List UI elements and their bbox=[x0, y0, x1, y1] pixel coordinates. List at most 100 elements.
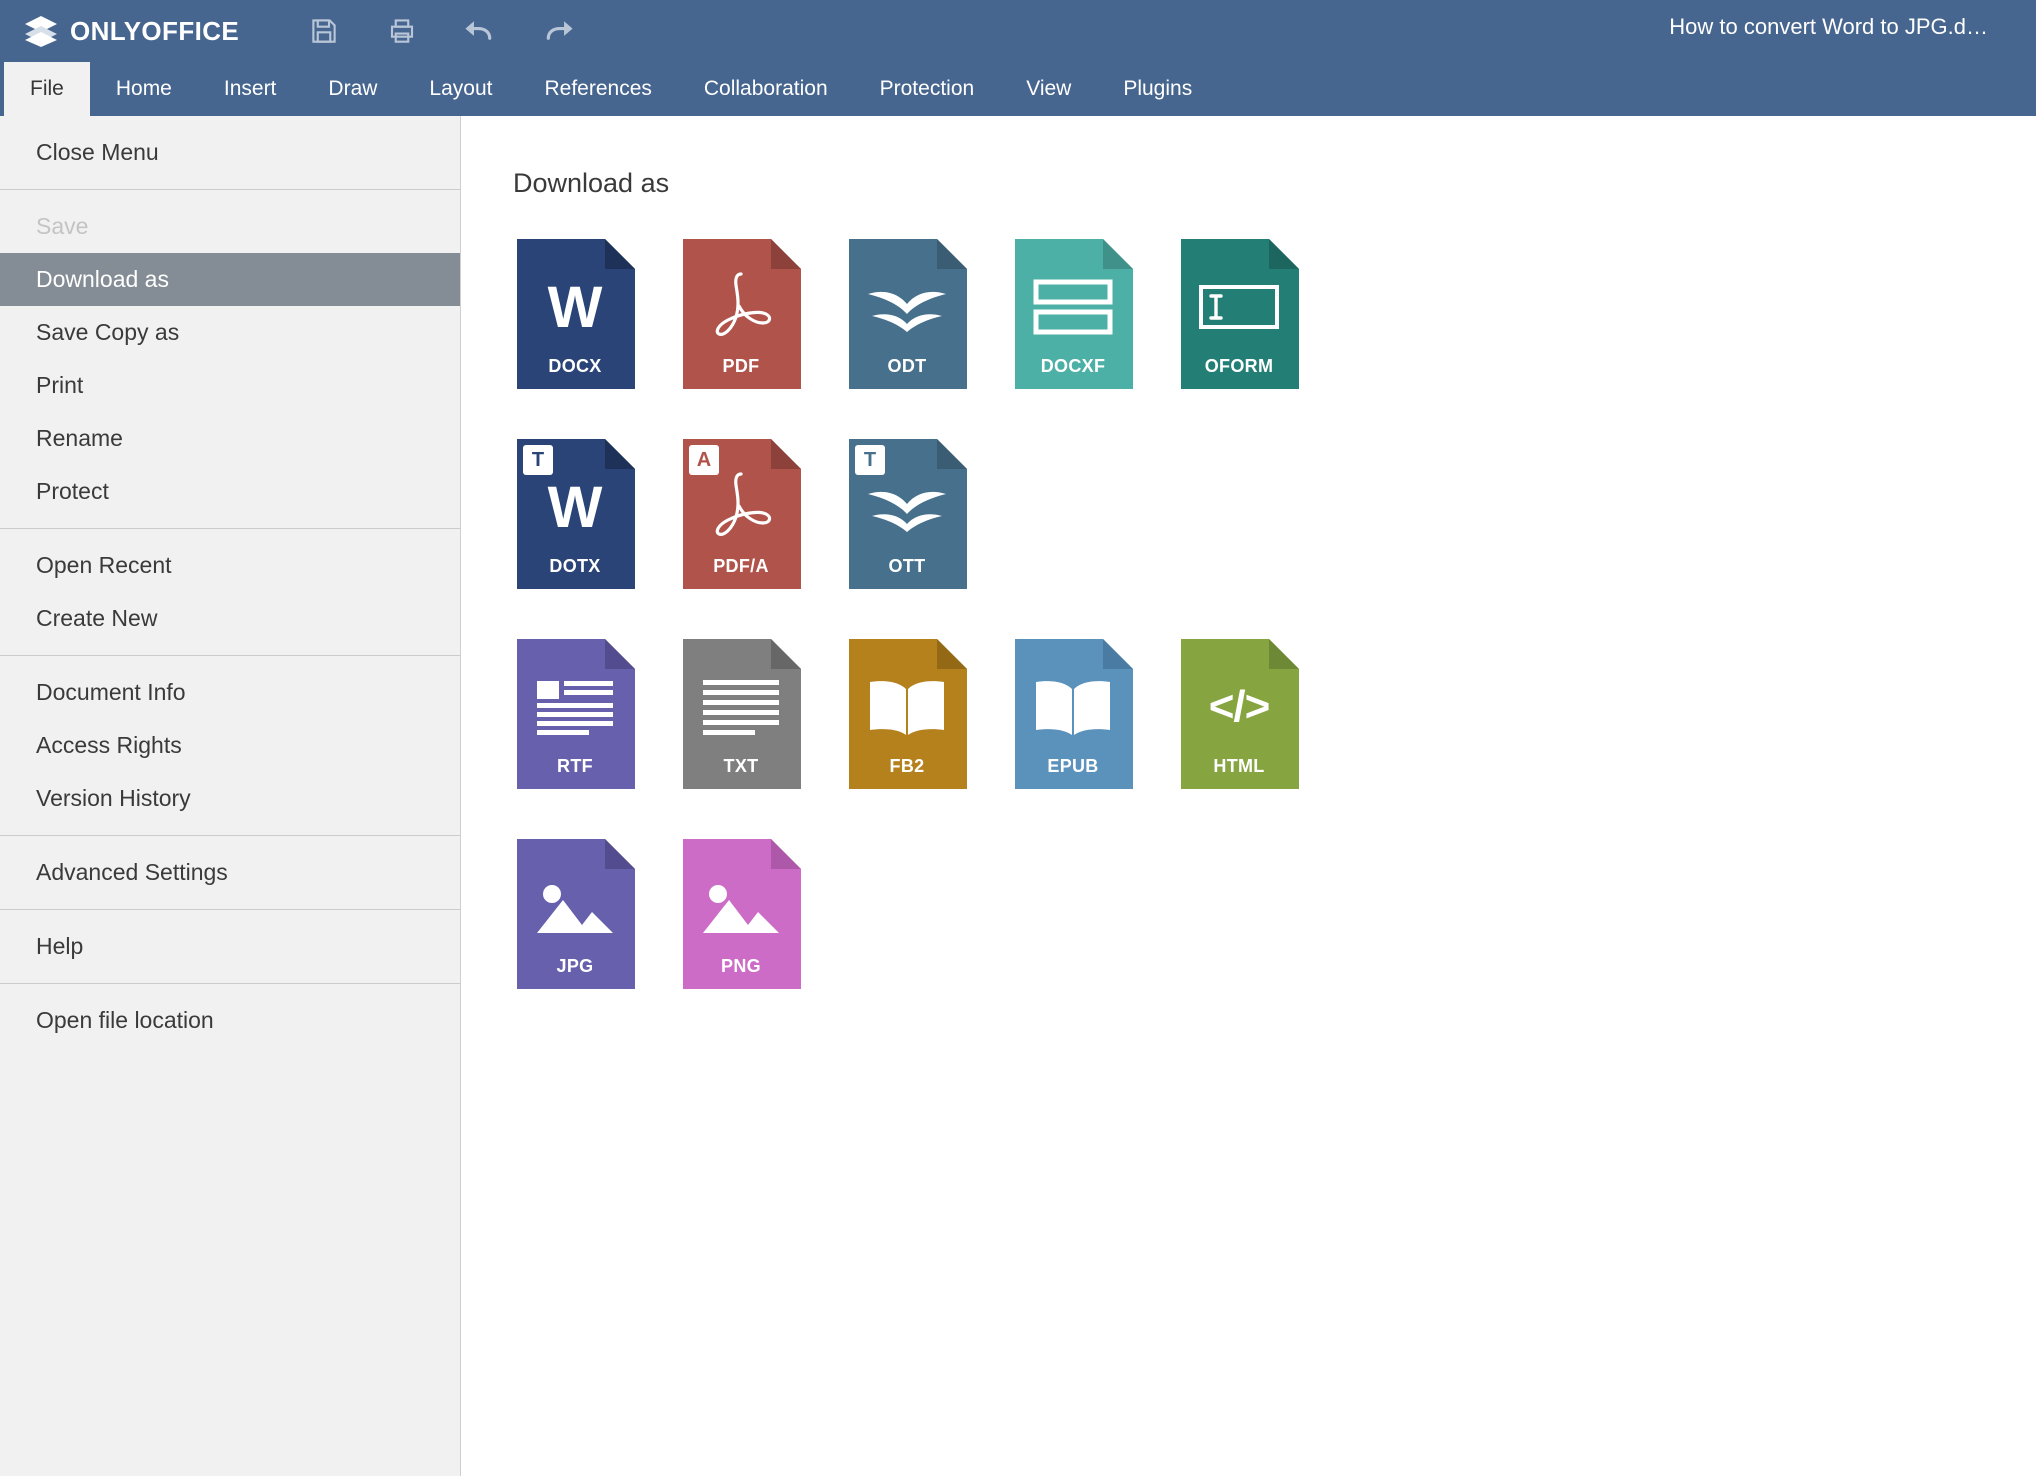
brand-name: ONLYOFFICE bbox=[70, 15, 240, 46]
menu-item-label: Print bbox=[36, 372, 84, 398]
file-page-shape bbox=[849, 239, 967, 389]
file-page-shape bbox=[683, 839, 801, 989]
tab-label: Insert bbox=[223, 77, 277, 100]
tab-draw[interactable]: Draw bbox=[302, 62, 403, 116]
save-icon[interactable] bbox=[305, 12, 343, 50]
file-page-shape bbox=[683, 439, 801, 589]
file-page-shape bbox=[517, 639, 635, 789]
menu-item-label: Rename bbox=[36, 425, 123, 451]
menu-item-label: Download as bbox=[36, 266, 169, 292]
onlyoffice-logo-icon bbox=[24, 15, 58, 47]
format-tile-docx[interactable]: W DOCX bbox=[513, 235, 637, 393]
menu-item-advanced-settings[interactable]: Advanced Settings bbox=[0, 846, 460, 899]
tab-label: Layout bbox=[429, 77, 493, 100]
file-page-shape bbox=[683, 639, 801, 789]
redo-icon[interactable] bbox=[539, 12, 577, 50]
download-as-panel: Download as W DOCX PDF ODT DOCXF OFORM W T DOTX A… bbox=[461, 116, 2036, 1476]
format-tile-rtf[interactable]: RTF bbox=[513, 635, 637, 793]
file-page-shape bbox=[1181, 239, 1299, 389]
panel-heading: Download as bbox=[513, 168, 670, 198]
tab-collaboration[interactable]: Collaboration bbox=[678, 62, 854, 116]
tab-view[interactable]: View bbox=[1000, 62, 1097, 116]
file-page-shape bbox=[1015, 639, 1133, 789]
format-tile-dotx[interactable]: W T DOTX bbox=[513, 435, 637, 593]
menu-item-access-rights[interactable]: Access Rights bbox=[0, 719, 460, 772]
file-page-shape bbox=[517, 439, 635, 589]
file-page-shape bbox=[517, 839, 635, 989]
menu-group: Save Download as Save Copy as Print Rename Pr… bbox=[0, 190, 460, 529]
menu-item-rename[interactable]: Rename bbox=[0, 412, 460, 465]
file-page-shape bbox=[849, 639, 967, 789]
menu-item-label: Save Copy as bbox=[36, 319, 180, 345]
menu-item-label: Protect bbox=[36, 478, 109, 504]
menu-item-label: Open Recent bbox=[36, 552, 172, 578]
format-tile-fb2[interactable]: FB2 bbox=[845, 635, 969, 793]
menu-item-label: Close Menu bbox=[36, 139, 159, 165]
format-tile-txt[interactable]: TXT bbox=[679, 635, 803, 793]
menu-group: Close Menu bbox=[0, 116, 460, 190]
app-body: Close Menu Save Download as Save Copy as Pri… bbox=[0, 116, 2036, 1476]
menu-item-label: Access Rights bbox=[36, 732, 182, 758]
undo-icon[interactable] bbox=[461, 12, 499, 50]
menu-group: Advanced Settings bbox=[0, 836, 460, 910]
tab-home[interactable]: Home bbox=[90, 62, 198, 116]
menu-item-open-recent[interactable]: Open Recent bbox=[0, 539, 460, 592]
format-tile-ott[interactable]: T OTT bbox=[845, 435, 969, 593]
tab-label: Protection bbox=[879, 77, 975, 100]
menu-item-protect[interactable]: Protect bbox=[0, 465, 460, 518]
file-menu-sidebar: Close Menu Save Download as Save Copy as Pri… bbox=[0, 116, 461, 1476]
menu-item-close-menu[interactable]: Close Menu bbox=[0, 126, 460, 179]
menu-item-download-as[interactable]: Download as bbox=[0, 253, 460, 306]
format-tile-pdf[interactable]: PDF bbox=[679, 235, 803, 393]
menu-item-label: Advanced Settings bbox=[36, 859, 228, 885]
tab-references[interactable]: References bbox=[518, 62, 677, 116]
tab-insert[interactable]: Insert bbox=[198, 62, 303, 116]
format-tile-row: JPG PNG bbox=[513, 835, 2036, 993]
print-icon[interactable] bbox=[383, 12, 421, 50]
menu-item-open-file-location[interactable]: Open file location bbox=[0, 994, 460, 1047]
tab-label: Collaboration bbox=[703, 77, 828, 100]
document-title: How to convert Word to JPG.d… bbox=[1669, 14, 1988, 39]
format-tile-epub[interactable]: EPUB bbox=[1011, 635, 1135, 793]
format-tile-png[interactable]: PNG bbox=[679, 835, 803, 993]
format-tile-html[interactable]: </> HTML bbox=[1177, 635, 1301, 793]
format-tile-row: W DOCX PDF ODT DOCXF OFORM bbox=[513, 235, 2036, 393]
format-tile-jpg[interactable]: JPG bbox=[513, 835, 637, 993]
tab-label: View bbox=[1026, 77, 1072, 100]
tab-label: File bbox=[30, 77, 64, 100]
format-tile-grid: W DOCX PDF ODT DOCXF OFORM W T DOTX A PDF/A T OTT RTF… bbox=[513, 235, 2036, 1035]
menu-item-help[interactable]: Help bbox=[0, 920, 460, 973]
file-page-shape bbox=[1181, 639, 1299, 789]
tab-file[interactable]: File bbox=[4, 62, 90, 116]
menu-item-label: Open file location bbox=[36, 1007, 214, 1033]
menu-group: Help bbox=[0, 910, 460, 984]
menu-item-save-copy-as[interactable]: Save Copy as bbox=[0, 306, 460, 359]
format-tile-row: W T DOTX A PDF/A T OTT bbox=[513, 435, 2036, 593]
tab-layout[interactable]: Layout bbox=[403, 62, 518, 116]
tab-label: Plugins bbox=[1123, 77, 1193, 100]
menu-item-document-info[interactable]: Document Info bbox=[0, 666, 460, 719]
menu-item-label: Create New bbox=[36, 605, 158, 631]
format-tile-odt[interactable]: ODT bbox=[845, 235, 969, 393]
menu-item-print[interactable]: Print bbox=[0, 359, 460, 412]
menu-group: Open file location bbox=[0, 984, 460, 1057]
tab-label: References bbox=[544, 77, 652, 100]
tab-label: Home bbox=[115, 77, 172, 100]
file-page-shape bbox=[683, 239, 801, 389]
menu-item-label: Document Info bbox=[36, 679, 186, 705]
format-tile-docxf[interactable]: DOCXF bbox=[1011, 235, 1135, 393]
menu-group: Document Info Access Rights Version Histor… bbox=[0, 656, 460, 836]
format-tile-oform[interactable]: OFORM bbox=[1177, 235, 1301, 393]
menu-item-version-history[interactable]: Version History bbox=[0, 772, 460, 825]
format-tile-pdf-a[interactable]: A PDF/A bbox=[679, 435, 803, 593]
title-bar: ONLYOFFICE How to convert Word to JPG.d… bbox=[0, 0, 2036, 62]
menu-item-create-new[interactable]: Create New bbox=[0, 592, 460, 645]
tab-protection[interactable]: Protection bbox=[854, 62, 1001, 116]
tab-label: Draw bbox=[328, 77, 378, 100]
tab-plugins[interactable]: Plugins bbox=[1097, 62, 1218, 116]
ribbon-tab-bar: File Home Insert Draw Layout References Collab… bbox=[0, 62, 2036, 116]
quick-access-toolbar bbox=[305, 12, 577, 50]
menu-item-label: Help bbox=[36, 933, 84, 959]
format-tile-row: RTF TXT FB2 EPUB </> HTML bbox=[513, 635, 2036, 793]
menu-item-label: Save bbox=[36, 213, 89, 239]
